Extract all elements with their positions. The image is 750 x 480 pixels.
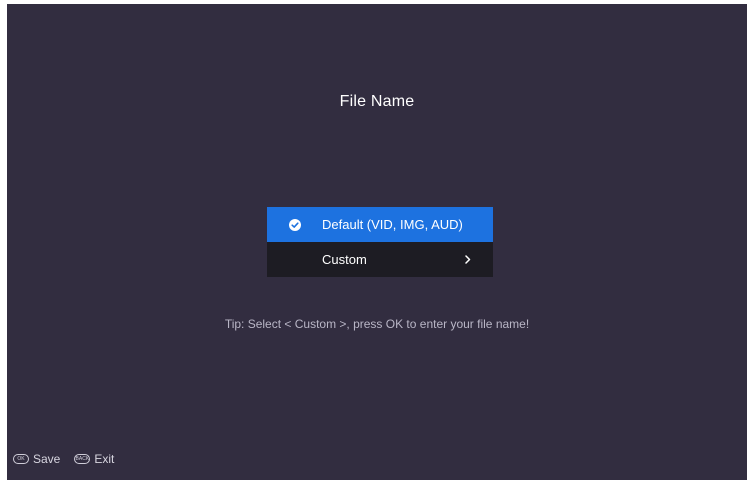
exit-key-hint[interactable]: BACK Exit: [74, 452, 114, 466]
page-title: File Name: [339, 93, 415, 110]
option-default[interactable]: Default (VID, IMG, AUD): [267, 207, 493, 242]
exit-label: Exit: [94, 452, 115, 466]
check-circle-icon: [289, 219, 301, 231]
save-label: Save: [33, 452, 61, 466]
ok-key-icon: OK: [13, 454, 29, 464]
back-key-icon: BACK: [74, 454, 91, 464]
option-custom[interactable]: Custom: [267, 242, 493, 277]
tip-text: Tip: Select < Custom >, press OK to ente…: [224, 317, 530, 331]
option-custom-label: Custom: [322, 252, 367, 267]
file-name-options: Default (VID, IMG, AUD) Custom: [267, 207, 493, 277]
save-key-hint[interactable]: OK Save: [13, 452, 60, 466]
footer-key-hints: OK Save BACK Exit: [13, 452, 128, 466]
file-name-screen: File Name Default (VID, IMG, AUD) Custom…: [7, 4, 747, 480]
option-default-label: Default (VID, IMG, AUD): [322, 217, 463, 232]
